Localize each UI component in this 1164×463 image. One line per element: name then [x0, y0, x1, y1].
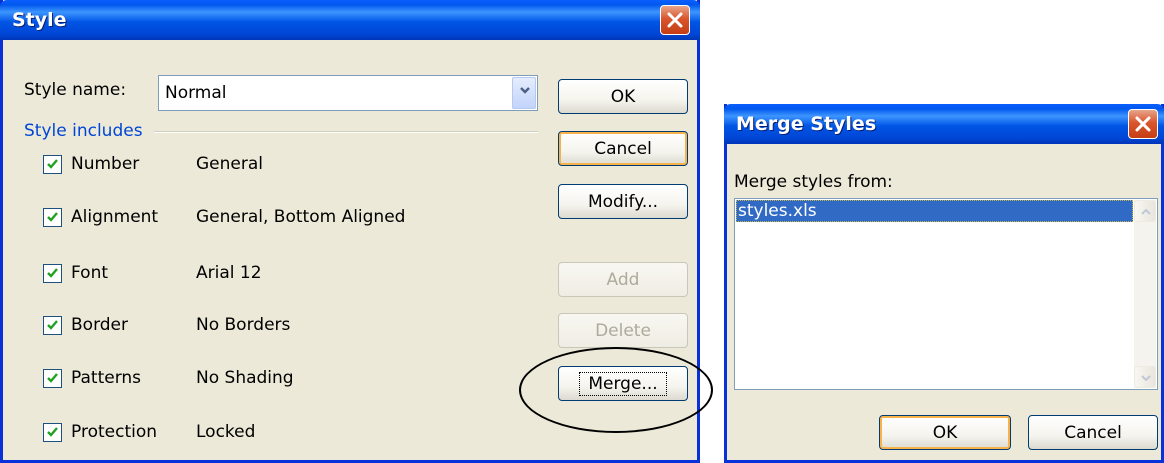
modify-button[interactable]: Modify...: [558, 184, 688, 219]
style-item-font[interactable]: Font Arial 12: [43, 263, 463, 286]
style-name-label: Style name:: [24, 80, 127, 100]
style-dialog: Style Style name: Normal Style includes …: [0, 0, 700, 463]
checkbox-font[interactable]: [43, 264, 62, 283]
merge-styles-from-label: Merge styles from:: [734, 172, 893, 192]
delete-button-label: Delete: [595, 320, 651, 341]
scroll-up-button[interactable]: [1134, 200, 1156, 222]
vertical-scrollbar[interactable]: [1134, 200, 1156, 388]
style-item-alignment[interactable]: Alignment General, Bottom Aligned: [43, 207, 463, 230]
style-item-value: No Borders: [196, 315, 291, 335]
delete-button[interactable]: Delete: [558, 313, 688, 348]
check-icon: [47, 427, 58, 437]
checkbox-alignment[interactable]: [43, 208, 62, 227]
checkbox-border[interactable]: [43, 316, 62, 335]
merge-ok-button-label: OK: [932, 422, 958, 443]
style-name-value: Normal: [165, 83, 227, 103]
style-includes-label: Style includes: [24, 121, 143, 141]
style-item-value: General, Bottom Aligned: [196, 207, 406, 227]
ok-button[interactable]: OK: [558, 79, 688, 114]
style-item-name: Number: [71, 154, 140, 174]
check-icon: [47, 212, 58, 222]
style-item-value: No Shading: [196, 368, 294, 388]
merge-button-label: Merge...: [579, 371, 667, 396]
style-item-name: Border: [71, 315, 128, 335]
merge-styles-dialog: Merge Styles Merge styles from: styles.x…: [724, 104, 1164, 463]
merge-dialog-title: Merge Styles: [736, 113, 877, 135]
close-icon: [667, 12, 683, 28]
modify-button-label: Modify...: [587, 191, 659, 212]
merge-dialog-titlebar[interactable]: Merge Styles: [724, 104, 1164, 144]
style-dialog-title: Style: [12, 9, 67, 31]
checkbox-number[interactable]: [43, 155, 62, 174]
style-dialog-close-button[interactable]: [660, 5, 690, 35]
check-icon: [47, 268, 58, 278]
scroll-down-icon: [1141, 375, 1151, 382]
style-item-value: Arial 12: [196, 263, 262, 283]
add-button[interactable]: Add: [558, 262, 688, 297]
style-item-value: Locked: [196, 422, 256, 442]
group-divider: [154, 131, 538, 133]
style-item-border[interactable]: Border No Borders: [43, 315, 463, 338]
checkbox-protection[interactable]: [43, 423, 62, 442]
cancel-button[interactable]: Cancel: [558, 131, 688, 166]
list-item[interactable]: styles.xls: [736, 200, 1133, 222]
check-icon: [47, 320, 58, 330]
merge-cancel-button-label: Cancel: [1064, 422, 1122, 443]
scroll-down-button[interactable]: [1134, 366, 1156, 388]
style-item-name: Patterns: [71, 368, 142, 388]
style-item-name: Protection: [71, 422, 158, 442]
cancel-button-label: Cancel: [594, 138, 652, 159]
merge-dialog-close-button[interactable]: [1128, 109, 1158, 139]
style-item-patterns[interactable]: Patterns No Shading: [43, 368, 463, 391]
checkbox-patterns[interactable]: [43, 369, 62, 388]
chevron-down-icon: [520, 87, 530, 94]
style-item-number[interactable]: Number General: [43, 154, 463, 177]
scroll-up-icon: [1141, 208, 1151, 215]
style-name-combobox[interactable]: Normal: [158, 75, 538, 111]
ok-button-label: OK: [610, 86, 636, 107]
style-name-dropdown-button[interactable]: [512, 77, 536, 109]
style-dialog-titlebar[interactable]: Style: [0, 0, 700, 40]
style-item-protection[interactable]: Protection Locked: [43, 422, 463, 445]
check-icon: [47, 373, 58, 383]
merge-cancel-button[interactable]: Cancel: [1028, 415, 1158, 450]
merge-ok-button[interactable]: OK: [879, 415, 1011, 450]
add-button-label: Add: [606, 269, 640, 290]
style-item-name: Font: [71, 263, 109, 283]
style-item-value: General: [196, 154, 263, 174]
close-icon: [1135, 116, 1151, 132]
merge-button[interactable]: Merge...: [558, 366, 688, 401]
check-icon: [47, 159, 58, 169]
list-item-label: styles.xls: [738, 201, 817, 221]
workbook-listbox[interactable]: styles.xls: [734, 198, 1158, 390]
style-item-name: Alignment: [71, 207, 159, 227]
